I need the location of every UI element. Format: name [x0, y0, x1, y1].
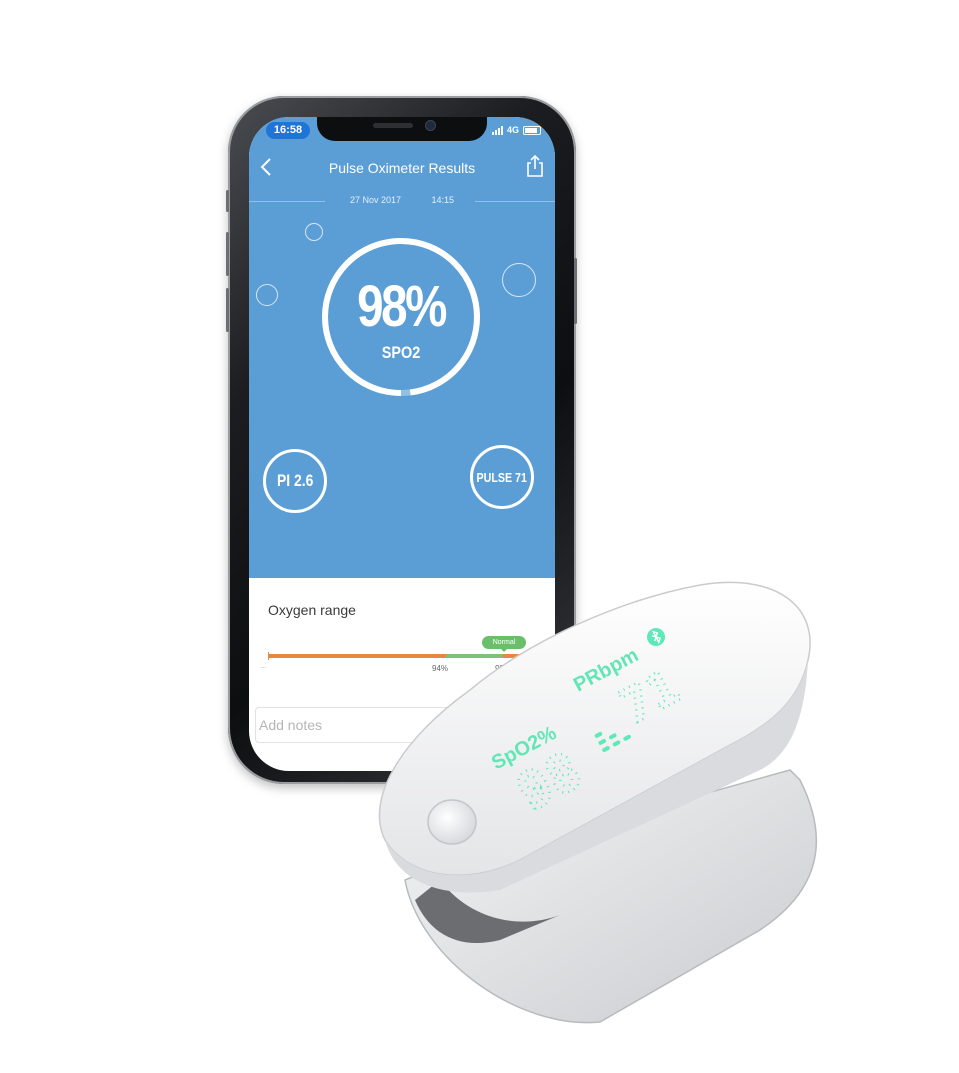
oxygen-range-title: Oxygen range: [268, 602, 356, 618]
network-type: 4G: [506, 125, 519, 135]
result-timestamp: 27 Nov 2017 14:15: [249, 195, 555, 205]
bubble-decoration: [256, 284, 278, 306]
normal-range-segment: [446, 654, 503, 658]
range-94-label: 94%: [432, 664, 449, 673]
result-date: 27 Nov 2017: [349, 195, 401, 205]
pulse-value: PULSE 71: [476, 469, 528, 485]
status-time: 16:58: [266, 122, 310, 139]
result-time: 14:15: [431, 195, 455, 205]
oximeter-base: [404, 769, 818, 1024]
pi-value: PI 2.6: [276, 471, 314, 490]
device-pr-label: PRbpm: [570, 644, 642, 696]
page-title: Pulse Oximeter Results: [328, 160, 476, 176]
range-99-label: 99%: [495, 664, 512, 673]
volume-up-button: [226, 232, 229, 276]
normal-badge: Normal: [482, 636, 526, 652]
results-panel: 16:58 4G Pulse Oximeter Results 27 Nov 2…: [249, 117, 555, 578]
spo2-label: SPO2: [381, 343, 421, 362]
oxygen-range-bar: [268, 652, 533, 660]
power-button-device: [427, 799, 477, 845]
share-icon[interactable]: [525, 154, 545, 178]
power-button: [574, 258, 577, 324]
bluetooth-icon: [647, 628, 665, 646]
pi-gauge[interactable]: PI 2.6: [263, 449, 327, 513]
battery-icon: [523, 125, 541, 135]
front-camera: [425, 120, 436, 131]
device-pr-reading: 71: [611, 659, 688, 736]
range-low-label: ...: [261, 664, 267, 670]
notes-input[interactable]: Add notes: [255, 707, 550, 743]
volume-down-button: [226, 288, 229, 332]
bubble-decoration: [502, 263, 536, 297]
mute-switch: [226, 190, 229, 212]
pulse-gauge[interactable]: PULSE 71: [470, 445, 534, 509]
spo2-value: 98%: [357, 274, 447, 339]
finger-slot: [415, 880, 560, 944]
notch: [317, 117, 487, 141]
app-screen: 16:58 4G Pulse Oximeter Results 27 Nov 2…: [249, 117, 555, 771]
perfusion-bar: [594, 731, 631, 752]
speaker: [373, 123, 413, 128]
signal-icon: [491, 125, 503, 135]
status-indicators: 4G: [491, 125, 541, 135]
